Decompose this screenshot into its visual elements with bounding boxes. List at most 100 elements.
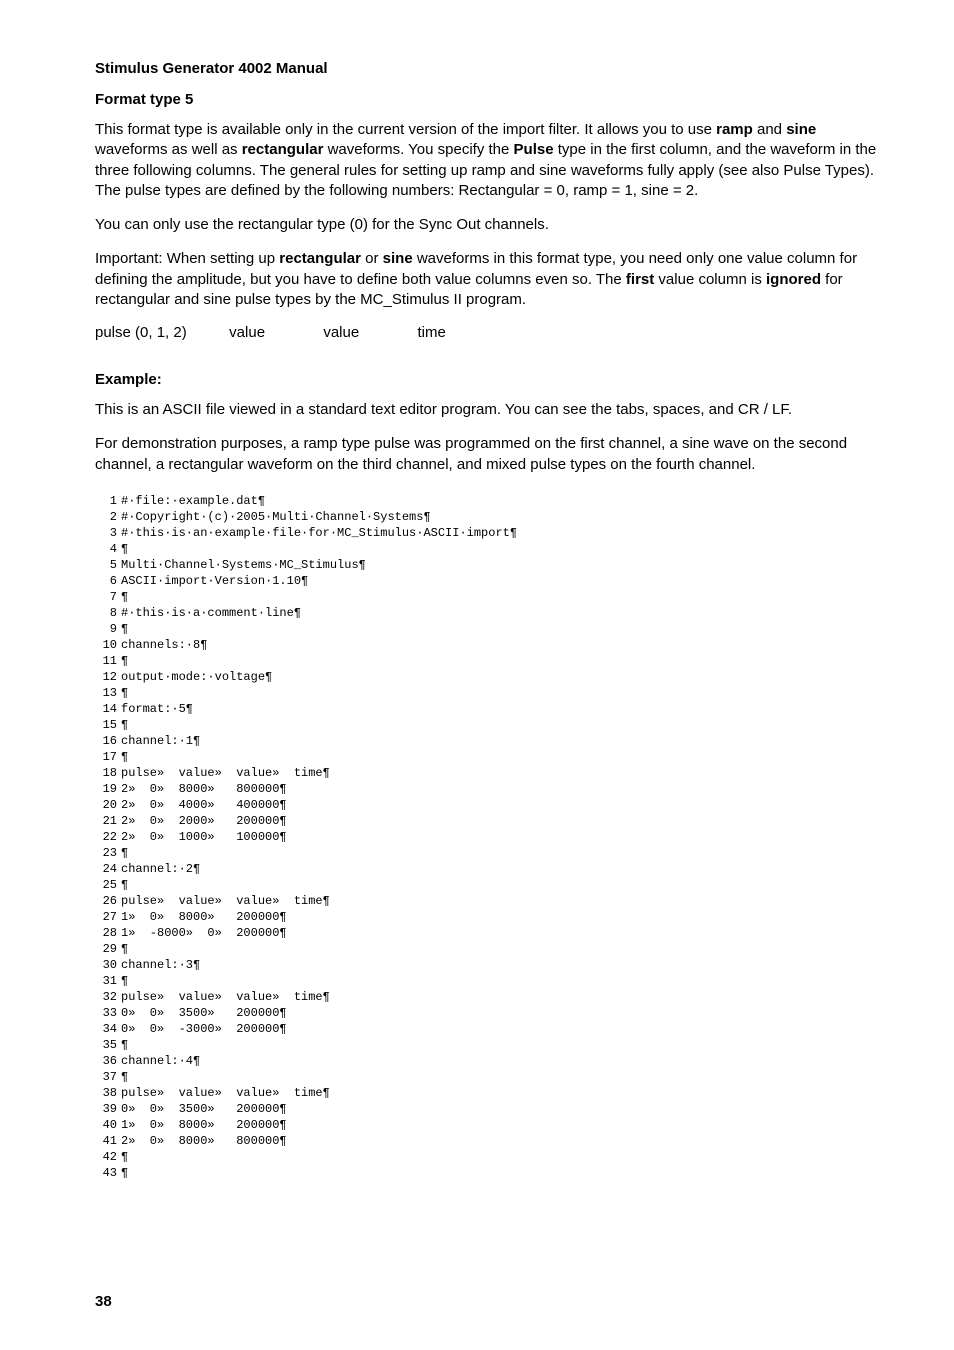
line-number: 14 xyxy=(95,701,117,717)
line-number: 1 xyxy=(95,493,117,509)
bold-text: sine xyxy=(786,121,816,138)
text: value column is xyxy=(654,271,766,288)
line-number: 5 xyxy=(95,557,117,573)
document-page: Stimulus Generator 4002 Manual Format ty… xyxy=(0,0,954,1350)
code-text: 2» 0» 8000» 800000¶ xyxy=(121,782,287,796)
paragraph-1: This format type is available only in th… xyxy=(95,120,884,201)
code-text: channels:·8¶ xyxy=(121,638,207,652)
code-text: Multi·Channel·Systems·MC_Stimulus¶ xyxy=(121,558,366,572)
line-number: 28 xyxy=(95,925,117,941)
paragraph-3: Important: When setting up rectangular o… xyxy=(95,249,884,310)
bold-text: rectangular xyxy=(242,141,324,158)
section-heading: Format type 5 xyxy=(95,91,884,108)
code-text: pulse» value» value» time¶ xyxy=(121,766,330,780)
line-number: 13 xyxy=(95,685,117,701)
code-line: 5 Multi·Channel·Systems·MC_Stimulus¶ xyxy=(95,557,884,573)
line-number: 7 xyxy=(95,589,117,605)
line-number: 20 xyxy=(95,797,117,813)
code-text: pulse» value» value» time¶ xyxy=(121,990,330,1004)
code-text: #·this·is·an·example·file·for·MC_Stimulu… xyxy=(121,526,517,540)
line-number: 19 xyxy=(95,781,117,797)
text: and xyxy=(753,121,786,138)
code-text: channel:·4¶ xyxy=(121,1054,200,1068)
code-text: 2» 0» 4000» 400000¶ xyxy=(121,798,287,812)
line-number: 32 xyxy=(95,989,117,1005)
line-number: 31 xyxy=(95,973,117,989)
column-label: pulse (0, 1, 2) xyxy=(95,324,225,341)
code-text: pulse» value» value» time¶ xyxy=(121,1086,330,1100)
bold-text: ignored xyxy=(766,271,821,288)
code-text: ¶ xyxy=(121,878,128,892)
code-text: ¶ xyxy=(121,622,128,636)
code-text: pulse» value» value» time¶ xyxy=(121,894,330,908)
code-text: 2» 0» 2000» 200000¶ xyxy=(121,814,287,828)
code-text: format:·5¶ xyxy=(121,702,193,716)
text: or xyxy=(361,250,383,267)
code-text: #·this·is·a·comment·line¶ xyxy=(121,606,301,620)
code-line: 281» -8000» 0» 200000¶ xyxy=(95,925,884,941)
code-line: 271» 0» 8000» 200000¶ xyxy=(95,909,884,925)
line-number: 15 xyxy=(95,717,117,733)
line-number: 33 xyxy=(95,1005,117,1021)
line-number: 39 xyxy=(95,1101,117,1117)
code-line: 12output·mode:·voltage¶ xyxy=(95,669,884,685)
code-line: 21 2» 0» 2000» 200000¶ xyxy=(95,813,884,829)
code-line: 10 channels:·8¶ xyxy=(95,637,884,653)
code-line: 340» 0» -3000» 200000¶ xyxy=(95,1021,884,1037)
line-number: 34 xyxy=(95,1021,117,1037)
code-line: 330» 0» 3500» 200000¶ xyxy=(95,1005,884,1021)
code-line: 36 channel:·4¶ xyxy=(95,1053,884,1069)
line-number: 25 xyxy=(95,877,117,893)
example-heading: Example: xyxy=(95,371,884,388)
line-number: 38 xyxy=(95,1085,117,1101)
code-line: 32 pulse» value» value» time¶ xyxy=(95,989,884,1005)
code-line: 9¶ xyxy=(95,621,884,637)
line-number: 10 xyxy=(95,637,117,653)
line-number: 26 xyxy=(95,893,117,909)
line-number: 35 xyxy=(95,1037,117,1053)
code-text: 2» 0» 8000» 800000¶ xyxy=(121,1134,287,1148)
page-number: 38 xyxy=(95,1293,112,1310)
bold-text: first xyxy=(626,271,654,288)
line-number: 36 xyxy=(95,1053,117,1069)
line-number: 21 xyxy=(95,813,117,829)
ascii-code-listing: 1#·file:·example.dat¶2#·Copyright·(c)·20… xyxy=(95,493,884,1181)
code-line: 1#·file:·example.dat¶ xyxy=(95,493,884,509)
bold-text: ramp xyxy=(716,121,753,138)
column-label: value xyxy=(323,324,413,341)
code-line: 6ASCII·import·Version·1.10¶ xyxy=(95,573,884,589)
code-line: 20 2» 0» 4000» 400000¶ xyxy=(95,797,884,813)
line-number: 8 xyxy=(95,605,117,621)
code-text: ¶ xyxy=(121,718,128,732)
code-line: 14 format:·5¶ xyxy=(95,701,884,717)
code-line: 42¶ xyxy=(95,1149,884,1165)
code-text: output·mode:·voltage¶ xyxy=(121,670,272,684)
code-line: 8 #·this·is·a·comment·line¶ xyxy=(95,605,884,621)
example-paragraph-2: For demonstration purposes, a ramp type … xyxy=(95,434,884,475)
code-text: 1» 0» 8000» 200000¶ xyxy=(121,910,287,924)
code-text: ¶ xyxy=(121,542,128,556)
code-line: 17 ¶ xyxy=(95,749,884,765)
line-number: 37 xyxy=(95,1069,117,1085)
line-number: 29 xyxy=(95,941,117,957)
line-number: 40 xyxy=(95,1117,117,1133)
code-line: 26 pulse» value» value» time¶ xyxy=(95,893,884,909)
code-text: ¶ xyxy=(121,750,128,764)
code-line: 23¶ xyxy=(95,845,884,861)
column-header-row: pulse (0, 1, 2) value value time xyxy=(95,324,884,341)
code-line: 13¶ xyxy=(95,685,884,701)
code-text: 2» 0» 1000» 100000¶ xyxy=(121,830,287,844)
code-line: 7¶ xyxy=(95,589,884,605)
line-number: 30 xyxy=(95,957,117,973)
code-line: 38 pulse» value» value» time¶ xyxy=(95,1085,884,1101)
code-line: 222» 0» 1000» 100000¶ xyxy=(95,829,884,845)
text: waveforms as well as xyxy=(95,141,242,158)
line-number: 17 xyxy=(95,749,117,765)
code-text: #·Copyright·(c)·2005·Multi·Channel·Syste… xyxy=(121,510,431,524)
bold-text: Pulse xyxy=(514,141,554,158)
code-line: 25 ¶ xyxy=(95,877,884,893)
code-line: 35¶ xyxy=(95,1037,884,1053)
code-text: channel:·1¶ xyxy=(121,734,200,748)
code-line: 15 ¶ xyxy=(95,717,884,733)
code-line: 43¶ xyxy=(95,1165,884,1181)
